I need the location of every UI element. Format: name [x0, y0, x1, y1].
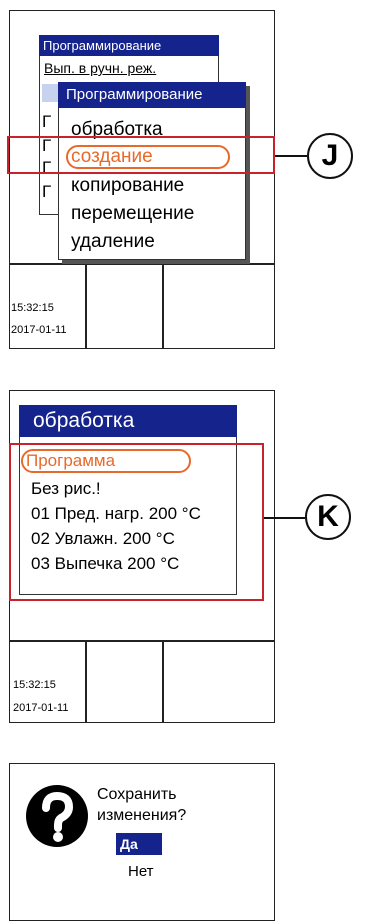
callout-line-j [275, 155, 307, 157]
background-menu-item[interactable]: Вып. в ручн. реж. [44, 60, 156, 76]
menu-item-copy[interactable]: копирование [71, 174, 184, 197]
date-display: 2017-01-11 [13, 702, 69, 714]
screen-1-divider-v1 [85, 263, 87, 349]
screen-1-divider-v2 [162, 263, 164, 349]
background-menu-title: Программирование [39, 35, 219, 56]
background-menu-stub: Г [42, 112, 52, 131]
background-menu-stub: Г [42, 182, 52, 201]
screen-2-divider [9, 640, 275, 642]
date-display: 2017-01-11 [11, 324, 67, 336]
annotation-box-j [7, 136, 275, 174]
dialog-message-line-2: изменения? [97, 807, 187, 824]
screen-2-divider-v2 [162, 640, 164, 723]
dialog-message-line-1: Сохранить [97, 786, 177, 803]
no-button[interactable]: Нет [128, 862, 154, 882]
callout-k: K [305, 494, 351, 540]
time-display: 15:32:15 [11, 302, 54, 314]
popup-menu-title: Программирование [58, 82, 246, 108]
callout-line-k [264, 517, 305, 519]
question-icon [24, 783, 90, 849]
time-display: 15:32:15 [13, 679, 56, 691]
menu-item-delete[interactable]: удаление [71, 230, 155, 253]
processing-title: обработка [19, 405, 237, 437]
screen-2-divider-v1 [85, 640, 87, 723]
annotation-box-k [9, 443, 264, 601]
menu-item-move[interactable]: перемещение [71, 202, 194, 225]
dialog-message: Сохранить изменения? [97, 784, 186, 826]
callout-j: J [307, 133, 353, 179]
yes-button[interactable]: Да [116, 833, 162, 855]
